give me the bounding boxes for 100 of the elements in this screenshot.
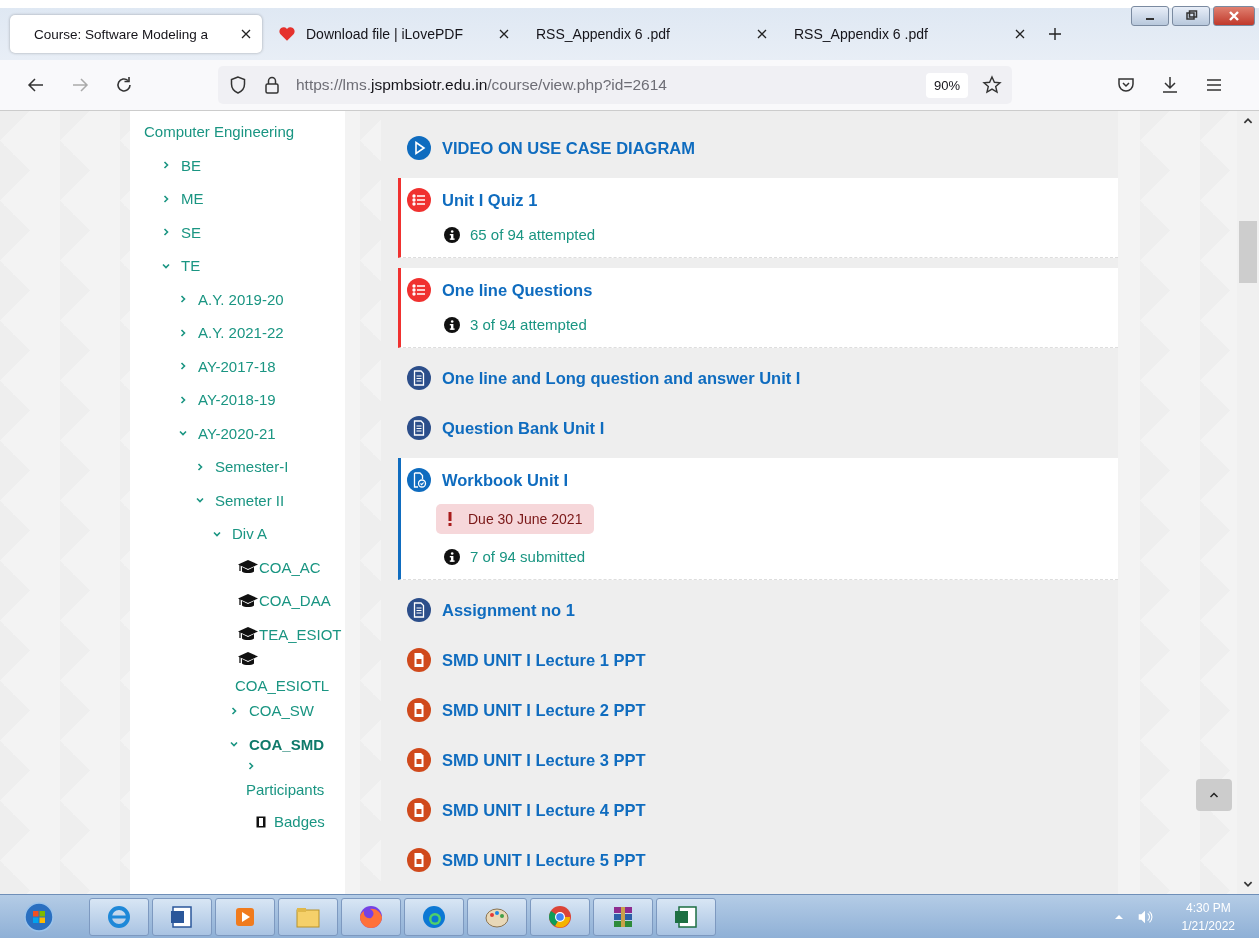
- activity-link[interactable]: One line Questions: [442, 280, 593, 300]
- chevron-right-icon[interactable]: [246, 761, 256, 771]
- tree-item[interactable]: Participants: [246, 775, 332, 805]
- tree-item[interactable]: AY-2018-19: [198, 391, 276, 409]
- graduation-cap-icon: [237, 559, 259, 576]
- info-icon: [444, 226, 460, 243]
- activity-link[interactable]: SMD UNIT I Lecture 2 PPT: [442, 700, 646, 720]
- tree-item[interactable]: SE: [181, 223, 201, 241]
- chevron-right-icon[interactable]: [178, 361, 188, 372]
- completion-status-text: 65 of 94 attempted: [470, 226, 596, 243]
- chrome-icon[interactable]: [530, 897, 590, 936]
- chevron-right-icon[interactable]: [161, 227, 171, 238]
- quiz-activity-icon: [407, 278, 431, 302]
- shield-icon[interactable]: [228, 75, 248, 95]
- minimize-button[interactable]: [1131, 6, 1169, 26]
- close-icon[interactable]: [1014, 28, 1026, 40]
- completion-status-text: 7 of 94 submitted: [470, 548, 586, 565]
- chevron-right-icon[interactable]: [178, 327, 188, 338]
- tree-item[interactable]: TE: [181, 257, 201, 275]
- activity-link[interactable]: SMD UNIT I Lecture 1 PPT: [442, 650, 646, 670]
- course-link[interactable]: TEA_ESIOT: [259, 625, 342, 643]
- video-activity-icon: [407, 136, 431, 160]
- activity-link[interactable]: SMD UNIT I Lecture 4 PPT: [442, 800, 646, 820]
- restore-button[interactable]: [1172, 6, 1210, 26]
- lock-icon[interactable]: [262, 75, 282, 95]
- close-button[interactable]: [1213, 6, 1255, 26]
- tree-item[interactable]: COA_SMD: [249, 735, 324, 753]
- pocket-icon[interactable]: [1116, 75, 1136, 95]
- due-date-badge: Due 30 June 2021: [436, 504, 595, 534]
- activity-link[interactable]: SMD UNIT I Lecture 5 PPT: [442, 850, 646, 870]
- page-activity-icon: [407, 598, 431, 622]
- chevron-right-icon[interactable]: [178, 394, 188, 405]
- fox-browser-icon[interactable]: [341, 897, 401, 936]
- folder-icon[interactable]: [278, 897, 338, 936]
- ppt-activity-icon: [407, 848, 431, 872]
- tree-item[interactable]: A.Y. 2019-20: [198, 290, 284, 308]
- quiz-activity-icon: [407, 188, 431, 212]
- clock-time: 4:30 PM: [1185, 899, 1231, 917]
- browser-tab[interactable]: Course: Software Modeling a: [10, 15, 262, 53]
- activity-link[interactable]: VIDEO ON USE CASE DIAGRAM: [442, 138, 696, 158]
- palette-icon[interactable]: [467, 897, 527, 936]
- completion-status-text: 3 of 94 attempted: [470, 316, 587, 333]
- close-icon[interactable]: [756, 28, 768, 40]
- assign-activity-icon: [407, 468, 431, 492]
- chevron-right-icon[interactable]: [195, 461, 205, 472]
- tree-item[interactable]: AY-2017-18: [198, 357, 276, 375]
- tree-item[interactable]: COA_SW: [249, 702, 314, 720]
- archive-icon[interactable]: [593, 897, 653, 936]
- tree-item[interactable]: ME: [181, 190, 204, 208]
- chevron-right-icon[interactable]: [229, 705, 239, 716]
- info-icon: [444, 316, 460, 333]
- plus-icon[interactable]: [1048, 27, 1062, 41]
- tree-item[interactable]: BE: [181, 156, 201, 174]
- spreadsheet-icon[interactable]: [656, 897, 716, 936]
- graduation-cap-icon: [237, 651, 259, 667]
- browser-icon[interactable]: [89, 897, 149, 936]
- star-icon[interactable]: [982, 75, 1002, 95]
- tree-item[interactable]: Badges: [274, 813, 325, 831]
- chevron-right-icon[interactable]: [161, 193, 171, 204]
- clock-date: 1/21/2022: [1181, 917, 1235, 935]
- download-icon[interactable]: [1160, 75, 1180, 95]
- tree-item[interactable]: AY-2020-21: [198, 424, 276, 442]
- activity-link[interactable]: Workbook Unit I: [442, 470, 569, 490]
- address-bar[interactable]: https://lms.jspmbsiotr.edu.in/course/view.php?id=2614 90%: [218, 66, 1012, 104]
- category-link[interactable]: Computer Engineering: [144, 123, 295, 141]
- close-icon[interactable]: [498, 28, 510, 40]
- activity-link[interactable]: One line and Long question and answer Unit I: [442, 368, 801, 388]
- course-link[interactable]: COA_ESIOTL: [235, 677, 330, 694]
- scrollbar-thumb[interactable]: [1239, 221, 1257, 283]
- browser-tab[interactable]: RSS_Appendix 6 .pdf: [526, 15, 778, 53]
- chevron-right-icon[interactable]: [178, 294, 188, 305]
- url-text: https://lms.jspmbsiotr.edu.in/course/view.php?id=2614: [296, 76, 668, 94]
- course-link[interactable]: COA_AC: [259, 558, 321, 576]
- chevron-right-icon[interactable]: [161, 160, 171, 171]
- reload-icon[interactable]: [114, 75, 134, 95]
- graduation-cap-icon: [237, 626, 259, 643]
- activity-link[interactable]: Assignment no 1: [442, 600, 575, 620]
- tree-item[interactable]: A.Y. 2021-22: [198, 324, 284, 342]
- course-link[interactable]: COA_DAA: [259, 592, 331, 610]
- activity-link[interactable]: Question Bank Unit I: [442, 418, 605, 438]
- tree-item[interactable]: Semester-I: [215, 458, 289, 476]
- close-icon[interactable]: [240, 28, 252, 40]
- browser-tab[interactable]: RSS_Appendix 6 .pdf: [784, 15, 1036, 53]
- minimize-icon: [1146, 18, 1154, 20]
- zoom-level-button[interactable]: 90%: [925, 72, 968, 98]
- page-activity-icon: [407, 416, 431, 440]
- tree-item[interactable]: Semeter II: [215, 491, 285, 509]
- badge-icon: [256, 815, 266, 828]
- ppt-activity-icon: [407, 798, 431, 822]
- document-icon[interactable]: [152, 897, 212, 936]
- tree-item[interactable]: Div A: [232, 525, 267, 543]
- wave-browser-icon[interactable]: [404, 897, 464, 936]
- page-activity-icon: [407, 366, 431, 390]
- activity-link[interactable]: Unit I Quiz 1: [442, 190, 538, 210]
- activity-link[interactable]: SMD UNIT I Lecture 3 PPT: [442, 750, 646, 770]
- browser-tab[interactable]: Download file | iLovePDF: [268, 15, 520, 53]
- exclamation-icon: [448, 512, 452, 526]
- ppt-activity-icon: [407, 698, 431, 722]
- ppt-activity-icon: [407, 648, 431, 672]
- graduation-cap-icon: [237, 592, 259, 609]
